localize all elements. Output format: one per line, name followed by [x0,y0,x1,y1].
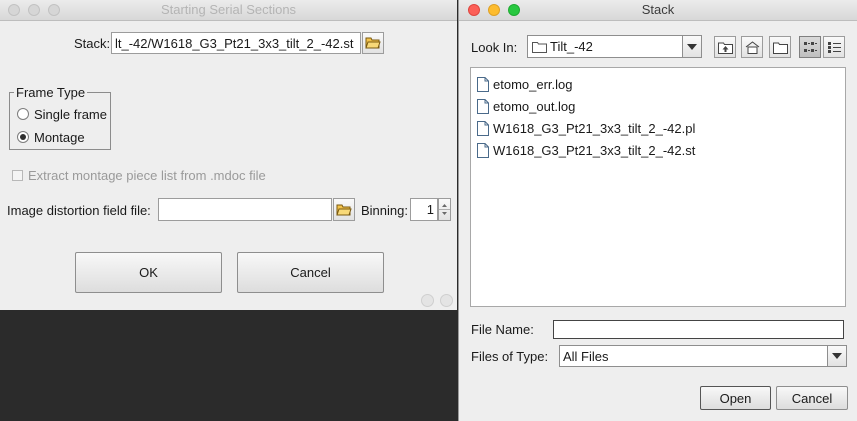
frame-type-legend: Frame Type [14,85,88,100]
file-name-label: File Name: [471,322,534,337]
binning-stepper[interactable] [438,198,451,221]
files-of-type-dropdown-arrow[interactable] [827,346,846,366]
window-title: Starting Serial Sections [160,2,297,17]
chevron-down-icon [832,353,842,359]
stack-browse-button[interactable] [362,32,384,54]
distortion-browse-button[interactable] [333,198,355,221]
file-item-pl[interactable]: W1618_G3_Pt21_3x3_tilt_2_-42.pl [477,118,695,138]
details-view-icon [827,41,841,53]
file-item-st[interactable]: W1618_G3_Pt21_3x3_tilt_2_-42.st [477,140,695,160]
serial-sections-window: Starting Serial Sections Stack: Frame Ty… [0,0,457,310]
home-button[interactable] [741,36,763,58]
file-name-field[interactable] [553,320,844,339]
look-in-dropdown-arrow[interactable] [682,36,701,57]
stack-field[interactable] [111,32,361,54]
cancel-button[interactable]: Cancel [237,252,384,293]
home-icon [745,40,759,54]
file-item-etomo-out[interactable]: etomo_out.log [477,96,575,116]
file-item-label: W1618_G3_Pt21_3x3_tilt_2_-42.st [493,142,696,158]
new-folder-icon [772,42,788,54]
montage-radio[interactable] [17,131,29,143]
open-button-label: Open [719,390,752,406]
single-frame-label: Single frame [34,107,107,122]
zoom-light[interactable] [48,4,60,16]
extract-montage-label: Extract montage piece list from .mdoc fi… [28,168,266,183]
window-title: Stack [641,2,675,17]
stack-file-chooser-window: Stack Look In: Tilt_-42 etomo_err.log et… [458,0,857,421]
cancel-button-label: Cancel [290,265,331,280]
open-folder-icon [365,37,381,49]
file-list[interactable]: etomo_err.log etomo_out.log W1618_G3_Pt2… [470,67,846,307]
up-folder-button[interactable] [714,36,736,58]
file-item-label: etomo_err.log [493,76,573,92]
look-in-label: Look In: [471,40,518,55]
list-view-button[interactable] [799,36,821,58]
binning-field[interactable] [410,198,438,221]
files-of-type-value: All Files [563,349,609,364]
file-icon [477,76,489,92]
file-icon [477,120,489,136]
help-circle-icon [421,294,434,307]
ok-button[interactable]: OK [75,252,222,293]
info-circle-icon [440,294,453,307]
ok-button-label: OK [139,265,158,280]
stack-label: Stack: [74,36,111,51]
zoom-light[interactable] [508,4,520,16]
new-folder-button[interactable] [769,36,791,58]
stepper-arrows-icon [439,204,450,215]
file-item-label: etomo_out.log [493,98,576,114]
look-in-combo[interactable]: Tilt_-42 [527,35,702,58]
distortion-field[interactable] [158,198,332,221]
minimize-light[interactable] [488,4,500,16]
minimize-light[interactable] [28,4,40,16]
open-button[interactable]: Open [700,386,771,410]
look-in-value: Tilt_-42 [550,39,593,54]
distortion-label: Image distortion field file: [7,203,151,218]
details-view-button[interactable] [823,36,845,58]
serial-sections-titlebar: Starting Serial Sections [0,0,457,21]
file-item-etomo-err[interactable]: etomo_err.log [477,74,573,94]
extract-montage-checkbox[interactable] [12,170,23,181]
chooser-cancel-button-label: Cancel [791,390,833,406]
binning-label: Binning: [361,203,408,218]
files-of-type-label: Files of Type: [471,349,549,364]
file-item-label: W1618_G3_Pt21_3x3_tilt_2_-42.pl [493,120,696,136]
chooser-cancel-button[interactable]: Cancel [776,386,848,410]
file-icon [477,98,489,114]
chevron-down-icon [687,43,697,50]
file-icon [477,142,489,158]
files-of-type-combo[interactable]: All Files [559,345,847,367]
open-folder-icon [336,204,352,215]
close-light[interactable] [468,4,480,16]
single-frame-radio[interactable] [17,108,29,120]
list-view-icon [803,41,817,52]
close-light[interactable] [8,4,20,16]
montage-label: Montage [34,130,85,145]
up-folder-icon [717,42,733,54]
folder-icon [532,42,547,53]
stack-titlebar: Stack [459,0,857,21]
